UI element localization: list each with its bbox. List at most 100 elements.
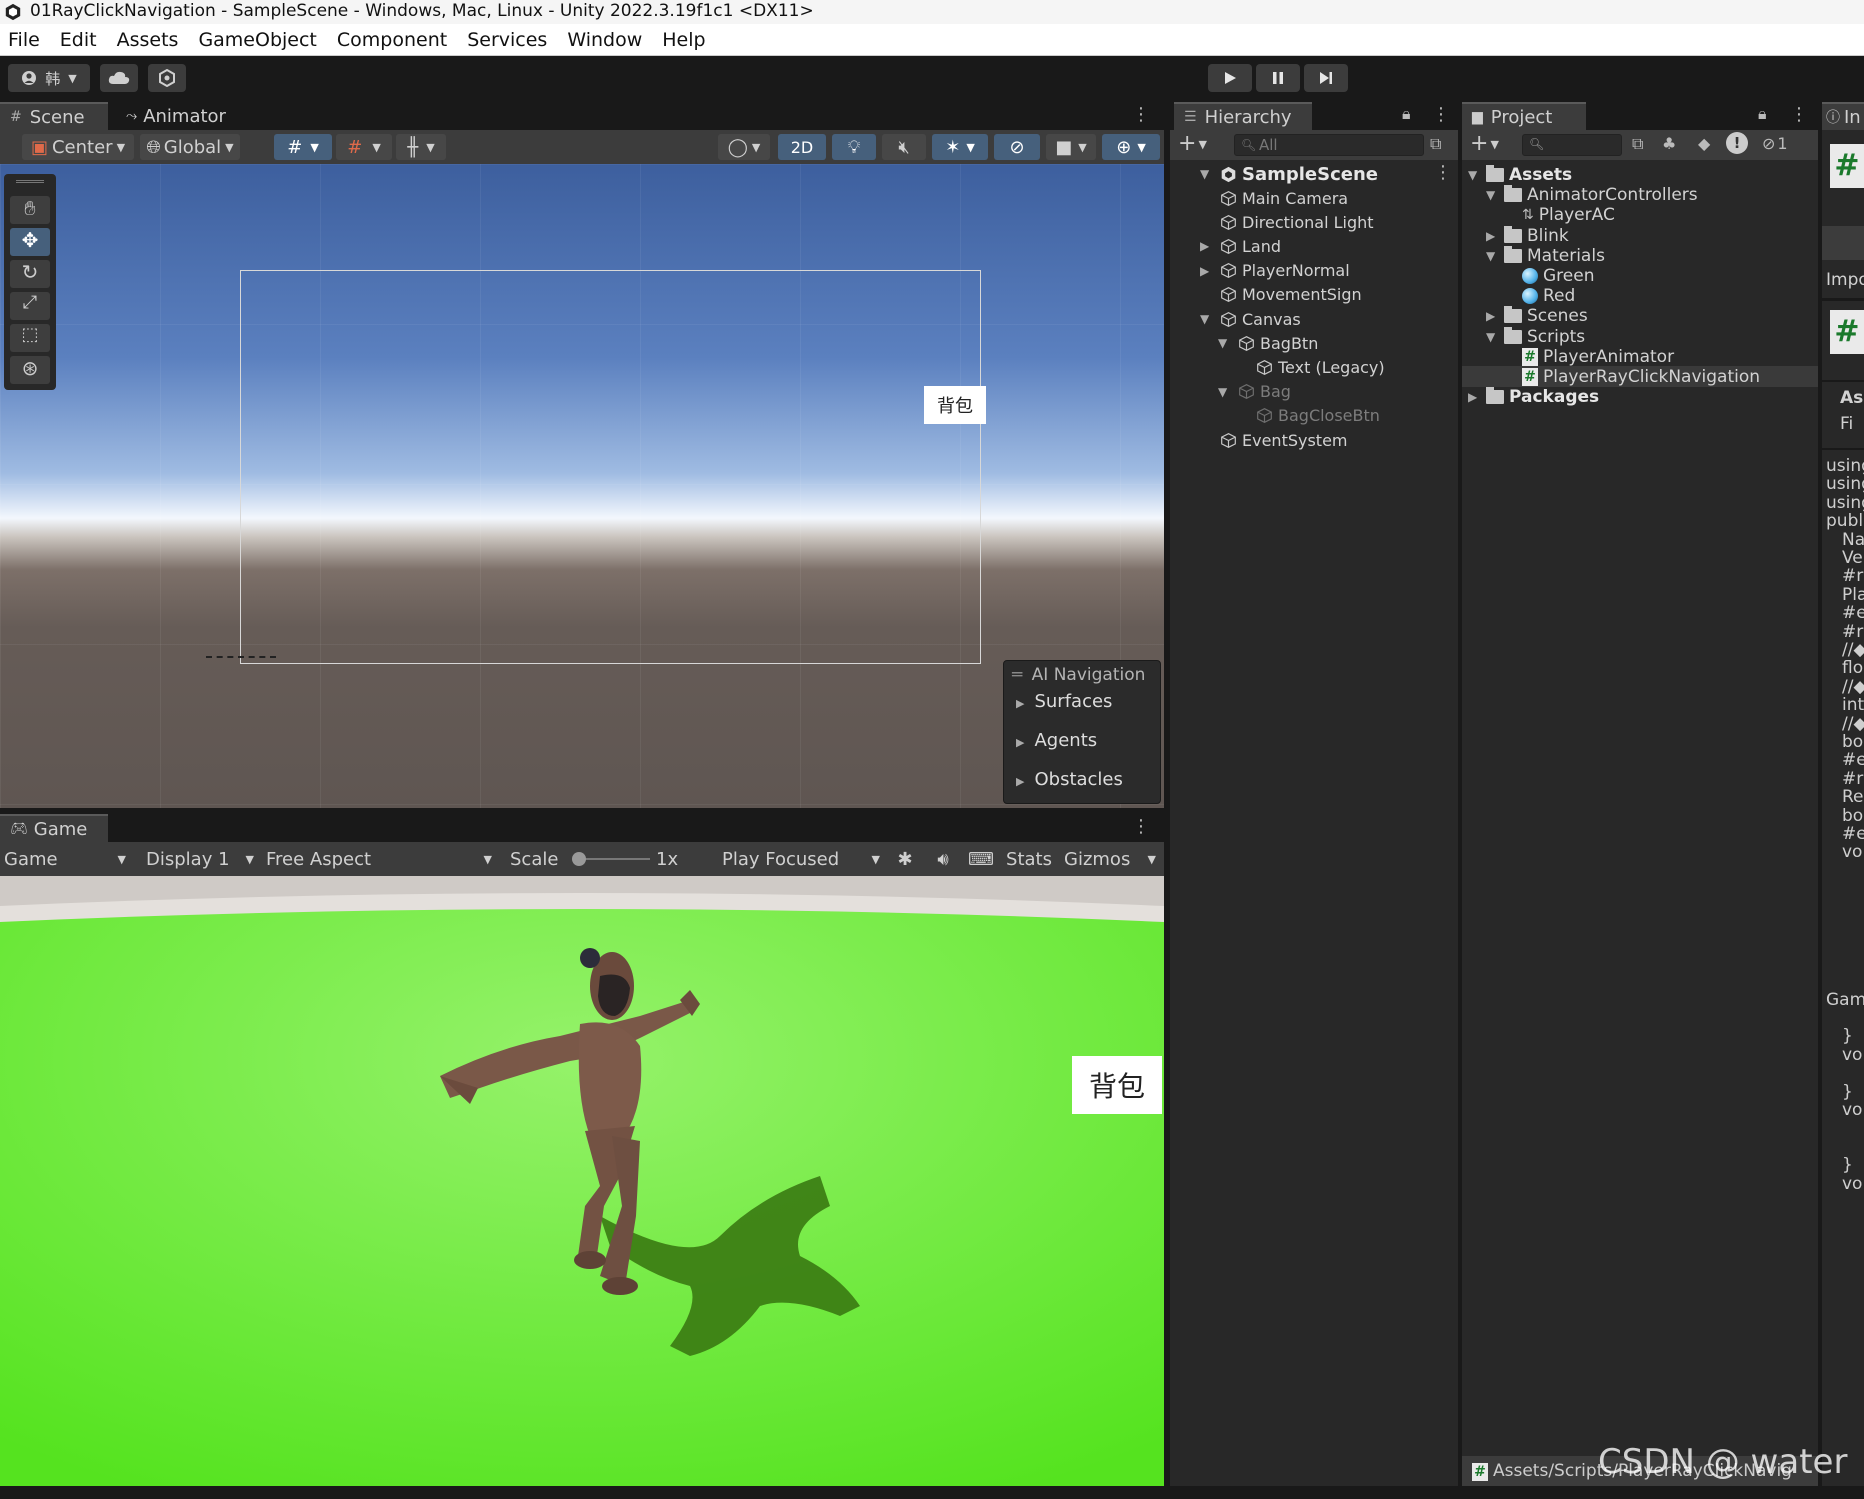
overlay-item-agents[interactable]: ▶ Agents xyxy=(1016,730,1097,751)
project-item[interactable]: # PlayerAnimator xyxy=(1522,346,1674,368)
overlay-header[interactable]: ═ AI Navigation xyxy=(1012,665,1145,685)
hierarchy-item[interactable]: MovementSign xyxy=(1220,283,1362,307)
project-search-input[interactable]: 🔍︎ xyxy=(1522,134,1622,156)
hierarchy-item[interactable]: Text (Legacy) xyxy=(1256,355,1385,379)
ruler-toggle[interactable]: ╫ ▼ xyxy=(396,134,446,160)
hierarchy-item[interactable]: BagCloseBtn xyxy=(1256,404,1380,428)
rect-tool-button[interactable]: ⬚ xyxy=(10,324,50,352)
collapse-arrow-icon[interactable]: ▼ xyxy=(1468,168,1477,182)
frame-debugger-button[interactable]: ✱ xyxy=(890,846,920,872)
more-options-icon[interactable]: ⋮ xyxy=(1132,816,1150,837)
audio-toggle[interactable]: 🔇︎ xyxy=(882,134,926,160)
filter-by-label-icon[interactable]: ◆ xyxy=(1698,134,1710,153)
gizmos-dropdown[interactable]: Gizmos ▼ xyxy=(1064,846,1160,872)
transform-tool-button[interactable]: ⊛ xyxy=(10,356,50,384)
move-tool-button[interactable]: ✥ xyxy=(10,228,50,256)
collab-button[interactable] xyxy=(148,64,186,92)
play-button[interactable] xyxy=(1208,64,1252,92)
scene-bag-button[interactable]: 背包 xyxy=(924,386,986,424)
more-options-icon[interactable]: ⋮ xyxy=(1790,104,1808,125)
filter-by-type-icon[interactable]: ♣ xyxy=(1662,134,1676,153)
overlay-item-surfaces[interactable]: ▶ Surfaces xyxy=(1016,691,1112,712)
expand-arrow-icon[interactable]: ▶ xyxy=(1468,390,1477,404)
increment-snap-toggle[interactable]: # ▼ xyxy=(336,134,392,160)
cloud-button[interactable] xyxy=(100,64,138,92)
create-asset-button[interactable]: + ▼ xyxy=(1470,131,1499,156)
menu-services[interactable]: Services xyxy=(457,29,557,51)
lock-icon[interactable]: 🔒︎ xyxy=(1402,104,1411,124)
tab-inspector[interactable]: ⓘ In xyxy=(1822,102,1864,130)
effects-toggle[interactable]: ✶ ▼ xyxy=(932,134,988,160)
menu-window[interactable]: Window xyxy=(557,29,652,51)
project-item[interactable]: ▼ Scripts xyxy=(1486,326,1585,348)
project-item[interactable]: Green xyxy=(1522,265,1594,287)
expand-arrow-icon[interactable]: ▶ xyxy=(1486,229,1495,243)
mute-audio-button[interactable]: 🔊︎ xyxy=(928,846,958,872)
play-mode-dropdown[interactable]: Play Focused ▼ xyxy=(722,846,884,872)
tab-hierarchy[interactable]: ☰ Hierarchy xyxy=(1174,102,1312,130)
shading-mode-dropdown[interactable]: ◯ ▼ xyxy=(718,134,770,160)
project-item[interactable]: # PlayerRayClickNavigation xyxy=(1522,366,1760,388)
hierarchy-item[interactable]: ▼ Bag xyxy=(1218,380,1291,404)
hierarchy-search-input[interactable]: 🔍︎ All xyxy=(1234,134,1424,156)
display-dropdown[interactable]: Display 1 ▼ xyxy=(146,846,258,872)
hand-tool-button[interactable]: ✋︎ xyxy=(10,196,50,224)
camera-dropdown[interactable]: ■ ▼ xyxy=(1046,134,1096,160)
menu-component[interactable]: Component xyxy=(327,29,457,51)
project-item[interactable]: ▶ Packages xyxy=(1468,386,1599,408)
menu-help[interactable]: Help xyxy=(652,29,715,51)
collapse-arrow-icon[interactable]: ▼ xyxy=(1486,249,1495,263)
project-item[interactable]: ▶ Blink xyxy=(1486,225,1569,247)
pause-button[interactable] xyxy=(1256,64,1300,92)
hierarchy-item[interactable]: ▼ BagBtn xyxy=(1218,331,1318,355)
game-viewport[interactable]: 背包 xyxy=(0,876,1164,1486)
overlay-item-obstacles[interactable]: ▶ Obstacles xyxy=(1016,769,1123,790)
hierarchy-item[interactable]: EventSystem xyxy=(1220,428,1348,452)
keyboard-button[interactable]: ⌨ xyxy=(966,846,996,872)
grid-snap-toggle[interactable]: # ▼ xyxy=(274,134,332,160)
lighting-toggle[interactable]: 💡︎ xyxy=(832,134,876,160)
hidden-packages-toggle[interactable]: ⊘ 1 xyxy=(1762,134,1788,153)
collapse-arrow-icon[interactable]: ▼ xyxy=(1486,330,1495,344)
pivot-dropdown[interactable]: ▣ Center ▼ xyxy=(22,134,134,160)
space-dropdown[interactable]: 🌐︎ Global ▼ xyxy=(140,134,240,160)
hierarchy-item[interactable]: ▼ Canvas xyxy=(1200,307,1301,331)
view-dropdown[interactable]: Game ▼ xyxy=(4,846,130,872)
tab-game[interactable]: 🎮︎ Game xyxy=(0,814,108,842)
tab-scene[interactable]: # Scene xyxy=(0,102,108,130)
drag-handle[interactable] xyxy=(16,180,44,183)
scale-tool-button[interactable]: ⤢ xyxy=(10,292,50,320)
expand-arrow-icon[interactable]: ▶ xyxy=(1200,264,1209,278)
tab-project[interactable]: ▆ Project xyxy=(1462,102,1586,130)
more-options-icon[interactable]: ⋮ xyxy=(1132,104,1150,125)
scene-root-row[interactable]: ▼ SampleScene xyxy=(1200,162,1378,186)
search-by-type-icon[interactable]: ⧉ xyxy=(1632,134,1643,154)
hierarchy-item[interactable]: ▶ Land xyxy=(1200,234,1281,258)
lock-icon[interactable]: 🔒︎ xyxy=(1758,104,1767,124)
hierarchy-item[interactable]: ▶ PlayerNormal xyxy=(1200,259,1350,283)
collapse-arrow-icon[interactable]: ▼ xyxy=(1218,385,1227,399)
scene-visibility-icon[interactable]: ⧉ xyxy=(1430,134,1441,154)
rotate-tool-button[interactable]: ↻ xyxy=(10,260,50,288)
project-item[interactable]: Red xyxy=(1522,285,1575,307)
menu-assets[interactable]: Assets xyxy=(107,29,189,51)
project-item[interactable]: ▼ AnimatorControllers xyxy=(1486,184,1698,206)
gizmos-dropdown[interactable]: ⊕ ▼ xyxy=(1102,134,1160,160)
collapse-arrow-icon[interactable]: ▼ xyxy=(1486,188,1495,202)
collapse-arrow-icon[interactable]: ▼ xyxy=(1200,312,1209,326)
more-options-icon[interactable]: ⋮ xyxy=(1434,162,1452,183)
scene-viewport[interactable]: 背包 ✋︎ ✥ ↻ ⤢ ⬚ ⊛ ═ AI Navigation ▶ Surface… xyxy=(0,164,1164,808)
hierarchy-item[interactable]: Directional Light xyxy=(1220,210,1374,234)
warning-icon[interactable]: ! xyxy=(1726,132,1748,154)
project-item[interactable]: ⇅ PlayerAC xyxy=(1522,204,1615,226)
step-button[interactable] xyxy=(1304,64,1348,92)
project-item[interactable]: ▼ Materials xyxy=(1486,245,1605,267)
expand-arrow-icon[interactable]: ▶ xyxy=(1200,239,1209,253)
stats-button[interactable]: Stats xyxy=(1004,846,1054,872)
menu-edit[interactable]: Edit xyxy=(50,29,107,51)
scale-slider-thumb[interactable] xyxy=(572,852,586,866)
game-bag-button[interactable]: 背包 xyxy=(1072,1056,1162,1114)
project-item[interactable]: ▶ Scenes xyxy=(1486,305,1588,327)
more-options-icon[interactable]: ⋮ xyxy=(1432,104,1450,125)
menu-gameobject[interactable]: GameObject xyxy=(188,29,326,51)
